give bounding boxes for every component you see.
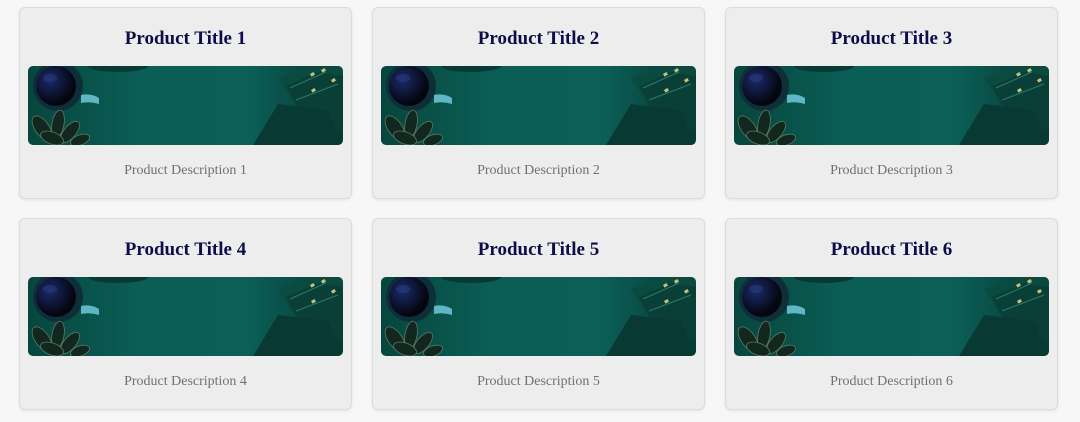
product-description: Product Description 1 (124, 163, 247, 178)
product-description: Product Description 2 (477, 163, 600, 178)
product-title: Product Title 4 (124, 239, 247, 260)
product-image (381, 277, 696, 356)
product-title: Product Title 5 (477, 239, 600, 260)
product-description: Product Description 4 (124, 374, 247, 389)
product-card[interactable]: Product Title 6 Product Description 6 (725, 218, 1058, 410)
product-grid: Product Title 1 Product Description 1 Pr… (19, 7, 1058, 410)
product-image (734, 66, 1049, 145)
product-image (28, 277, 343, 356)
product-title: Product Title 2 (477, 28, 600, 49)
product-image (28, 66, 343, 145)
product-card[interactable]: Product Title 1 Product Description 1 (19, 7, 352, 199)
product-image (381, 66, 696, 145)
product-card[interactable]: Product Title 5 Product Description 5 (372, 218, 705, 410)
product-title: Product Title 3 (830, 28, 953, 49)
product-card[interactable]: Product Title 2 Product Description 2 (372, 7, 705, 199)
product-image (734, 277, 1049, 356)
product-card[interactable]: Product Title 4 Product Description 4 (19, 218, 352, 410)
product-card[interactable]: Product Title 3 Product Description 3 (725, 7, 1058, 199)
product-title: Product Title 1 (124, 28, 247, 49)
product-description: Product Description 5 (477, 374, 600, 389)
product-description: Product Description 6 (830, 374, 953, 389)
product-title: Product Title 6 (830, 239, 953, 260)
product-description: Product Description 3 (830, 163, 953, 178)
